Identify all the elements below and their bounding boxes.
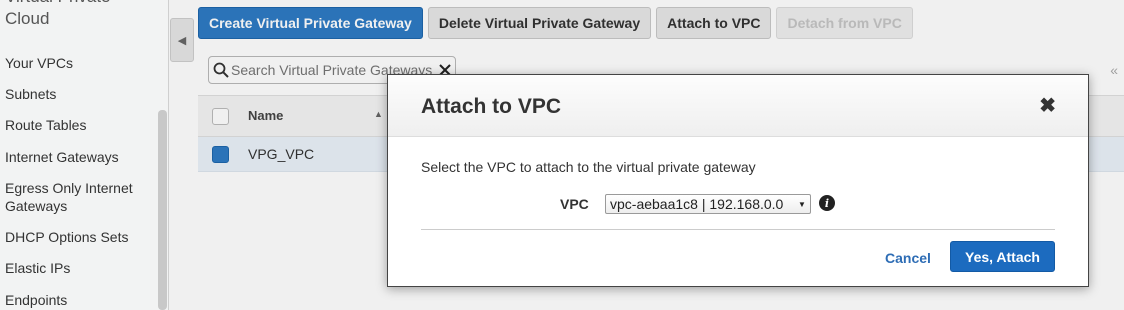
dialog-body: Select the VPC to attach to the virtual … [388,137,1088,287]
sidebar-item-internet-gateways[interactable]: Internet Gateways [5,148,153,166]
vpc-select[interactable]: vpc-aebaa1c8 | 192.168.0.0 ▼ [605,194,811,214]
sidebar-item-route-tables[interactable]: Route Tables [5,116,153,134]
info-icon[interactable]: i [819,195,835,211]
dialog-header: Attach to VPC ✖ [388,75,1088,137]
sidebar-item-your-vpcs[interactable]: Your VPCs [5,54,153,72]
attach-to-vpc-dialog: Attach to VPC ✖ Select the VPC to attach… [387,74,1089,287]
sidebar-item-elastic-ips[interactable]: Elastic IPs [5,259,153,277]
sidebar-section-title: Virtual Private Cloud [5,0,111,28]
vpc-label: VPC [560,196,589,212]
sidebar-item-endpoints[interactable]: Endpoints [5,291,153,309]
sidebar: Virtual Private Cloud Your VPCs Subnets … [0,0,169,310]
dialog-description: Select the VPC to attach to the virtual … [421,159,756,175]
dialog-divider [421,229,1055,230]
sidebar-item-egress-only-internet-gateways[interactable]: Egress Only Internet Gateways [5,179,153,215]
sidebar-item-dhcp-options-sets[interactable]: DHCP Options Sets [5,228,153,246]
dialog-title: Attach to VPC [421,95,562,118]
yes-attach-button[interactable]: Yes, Attach [950,241,1055,272]
sidebar-scrollbar[interactable] [158,110,167,310]
sidebar-item-subnets[interactable]: Subnets [5,85,153,103]
cancel-button[interactable]: Cancel [885,250,931,266]
close-icon[interactable]: ✖ [1039,96,1056,116]
dropdown-arrow-icon: ▼ [798,199,806,209]
vpc-select-value: vpc-aebaa1c8 | 192.168.0.0 [610,196,784,212]
